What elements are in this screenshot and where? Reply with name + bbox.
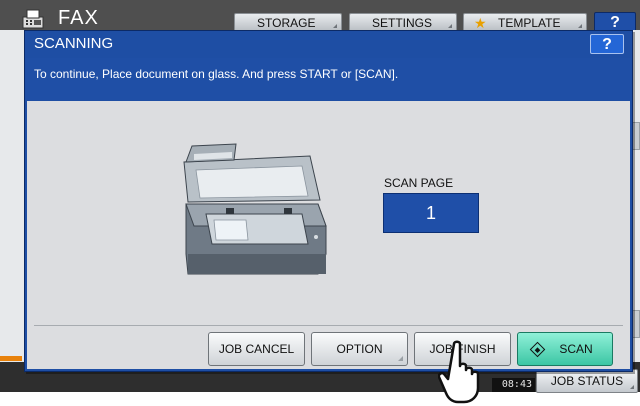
job-status-label: JOB STATUS bbox=[550, 374, 624, 388]
app-title: FAX bbox=[58, 7, 99, 29]
hand-pointer-icon bbox=[438, 340, 480, 404]
button-corner-marker bbox=[630, 385, 634, 389]
tab-template[interactable]: ★ TEMPLATE bbox=[463, 13, 587, 31]
tab-settings[interactable]: SETTINGS bbox=[349, 13, 457, 31]
fax-icon bbox=[22, 9, 44, 29]
dialog-title: SCANNING bbox=[34, 35, 114, 52]
clock: 08:43 bbox=[492, 378, 535, 392]
scan-button[interactable]: SCAN bbox=[517, 332, 613, 366]
job-status-button[interactable]: JOB STATUS bbox=[536, 369, 638, 393]
job-cancel-button[interactable]: JOB CANCEL bbox=[208, 332, 305, 366]
scan-page-count: 1 bbox=[383, 193, 479, 233]
instruction-message: To continue, Place document on glass. An… bbox=[34, 67, 399, 81]
tab-corner-marker bbox=[333, 24, 337, 28]
tab-storage[interactable]: STORAGE bbox=[234, 13, 342, 31]
job-cancel-label: JOB CANCEL bbox=[218, 342, 295, 356]
divider bbox=[34, 325, 623, 326]
tab-corner-marker bbox=[578, 24, 582, 28]
orange-indicator bbox=[0, 356, 22, 361]
scan-page-label: SCAN PAGE bbox=[384, 176, 454, 190]
option-button[interactable]: OPTION bbox=[311, 332, 408, 366]
button-corner-marker bbox=[398, 356, 403, 361]
tab-corner-marker bbox=[448, 24, 452, 28]
star-icon: ★ bbox=[474, 15, 487, 31]
option-label: OPTION bbox=[336, 342, 383, 356]
help-button[interactable]: ? bbox=[590, 34, 624, 54]
scanner-illustration bbox=[183, 143, 327, 275]
